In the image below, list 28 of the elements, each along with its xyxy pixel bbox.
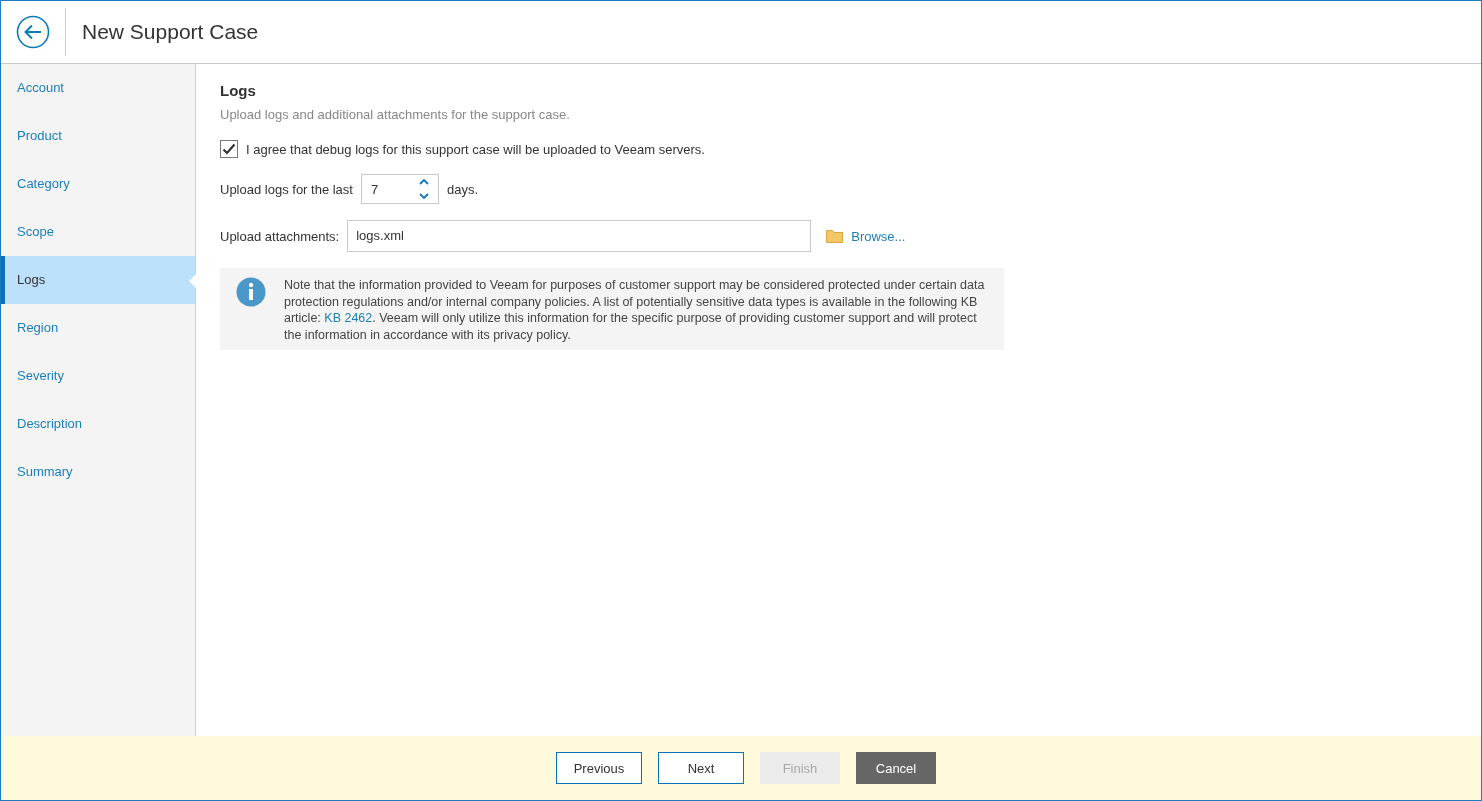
back-button[interactable]	[16, 15, 50, 49]
wizard-button[interactable]: Cancel	[856, 752, 936, 784]
section-title: Logs	[220, 82, 257, 99]
sidebar-item[interactable]: Summary	[1, 448, 195, 496]
sidebar-item[interactable]: Product	[1, 112, 195, 160]
days-suffix: days.	[446, 181, 479, 197]
wizard-button[interactable]: Next	[658, 752, 744, 784]
sidebar-item[interactable]: Region	[1, 304, 195, 352]
note-text: Note that the information provided to Veeam for purposes of customer support may be considered protected under certain data protection regulations and/or internal company policies. A list of potentially sensitive data types is available in the following KB article: KB 2462. Veeam will only utilize this information for the specific purpose of providing customer support and will protect the information in accordance with its privacy policy.	[284, 277, 986, 343]
info-icon	[236, 277, 266, 307]
attachments-label: Upload attachments:	[220, 228, 340, 244]
sidebar-item[interactable]: Severity	[1, 352, 195, 400]
sidebar-item[interactable]: Scope	[1, 208, 195, 256]
sidebar-item[interactable]: Logs	[1, 256, 195, 304]
days-label: Upload logs for the last	[220, 181, 353, 197]
window-title: New Support Case	[82, 20, 259, 44]
browse-link[interactable]: Browse...	[851, 228, 906, 244]
sidebar-item[interactable]: Category	[1, 160, 195, 208]
section-subtitle: Upload logs and additional attachments for the support case.	[220, 107, 571, 122]
sidebar-item[interactable]: Account	[1, 64, 195, 112]
checkbox-label: I agree that debug logs for this support case will be uploaded to Veeam servers.	[246, 141, 705, 157]
sidebar-item[interactable]: Description	[1, 400, 195, 448]
folder-icon	[826, 229, 844, 243]
up-down-arrows-icon[interactable]	[417, 177, 430, 201]
attachments-field[interactable]: logs.xml	[347, 220, 812, 252]
wizard-button[interactable]: Previous	[556, 752, 642, 784]
checkbox[interactable]	[220, 140, 238, 158]
days-spinner[interactable]: 7	[360, 174, 439, 204]
